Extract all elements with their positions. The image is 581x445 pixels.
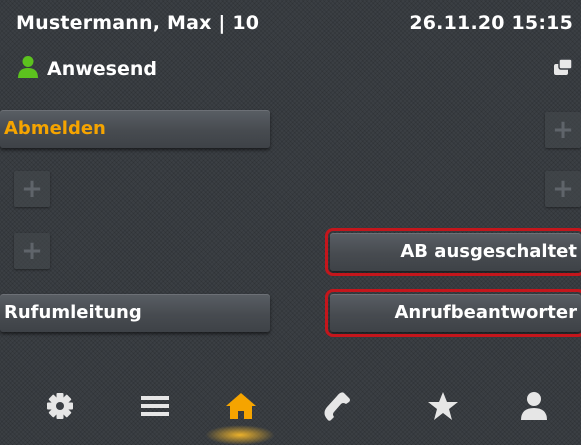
call-forwarding-button[interactable]: Rufumleitung [0,294,270,332]
empty-key-right-2[interactable]: + [545,171,581,207]
plus-icon: + [21,174,43,204]
bottom-toolbar [0,378,581,437]
home-icon[interactable] [223,388,259,424]
empty-key-left-2[interactable]: + [14,171,50,207]
date-time: 26.11.20 15:15 [409,12,573,34]
gear-icon[interactable] [42,388,78,424]
menu-icon[interactable] [137,388,173,424]
empty-key-right-1[interactable]: + [545,112,581,148]
person-icon[interactable] [17,55,39,79]
presence-status[interactable]: Anwesend [47,58,157,80]
logout-button[interactable]: Abmelden [0,110,270,148]
star-icon[interactable] [425,388,461,424]
active-tab-indicator [205,425,275,445]
phone-icon[interactable] [318,388,354,424]
user-name-extension: Mustermann, Max | 10 [16,12,260,34]
answering-machine-button[interactable]: Anrufbeantworter [325,289,581,337]
answering-machine-status-button[interactable]: AB ausgeschaltet [325,228,581,276]
plus-icon: + [552,115,574,145]
contacts-icon[interactable] [516,388,552,424]
handset-icon[interactable] [553,58,573,76]
plus-icon: + [21,236,43,266]
empty-key-left-3[interactable]: + [14,233,50,269]
plus-icon: + [552,174,574,204]
